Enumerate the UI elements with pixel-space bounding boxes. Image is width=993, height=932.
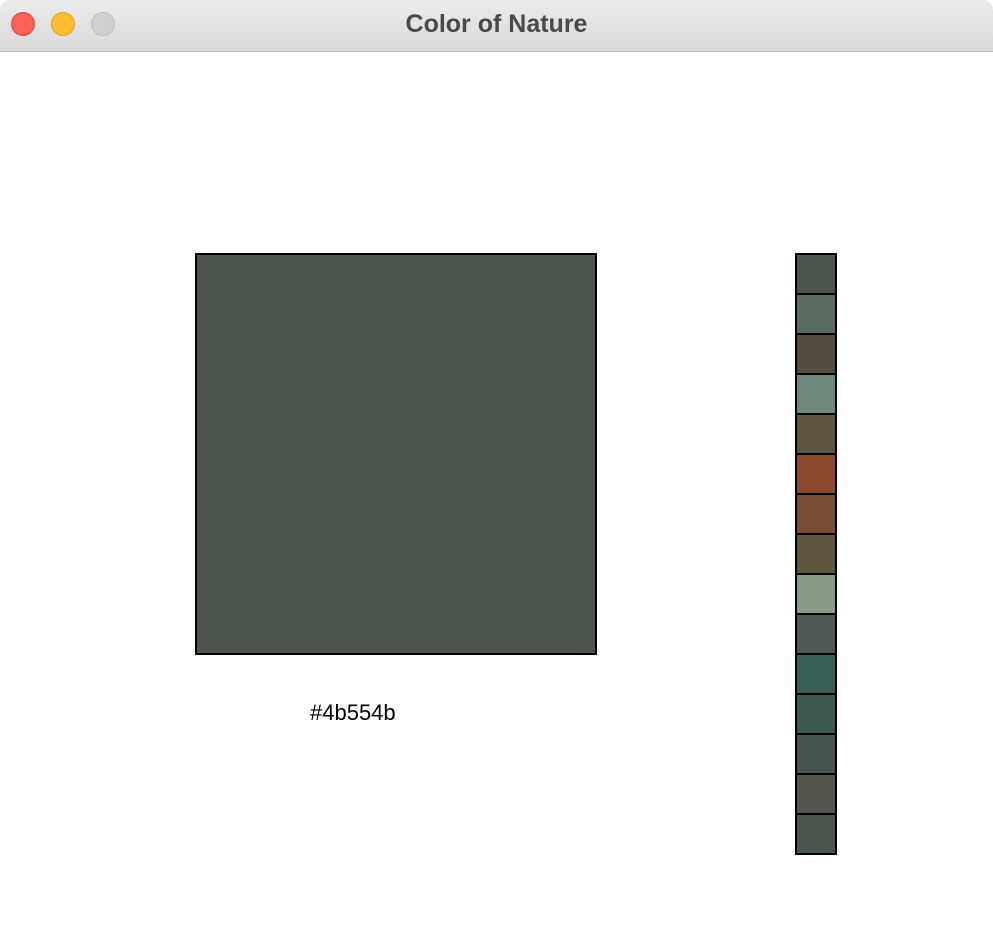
palette-swatch[interactable] [797, 295, 835, 335]
palette-swatch[interactable] [797, 255, 835, 295]
palette-swatch[interactable] [797, 735, 835, 775]
selected-color-swatch [195, 253, 597, 655]
title-bar[interactable]: Color of Nature [0, 0, 993, 52]
palette-swatch[interactable] [797, 655, 835, 695]
palette-swatch[interactable] [797, 335, 835, 375]
window-title: Color of Nature [405, 10, 588, 38]
palette-swatch[interactable] [797, 615, 835, 655]
palette-swatch[interactable] [797, 575, 835, 615]
palette-swatch[interactable] [797, 775, 835, 815]
palette-swatch[interactable] [797, 695, 835, 735]
palette-swatch[interactable] [797, 415, 835, 455]
palette-swatch[interactable] [797, 375, 835, 415]
app-window: Color of Nature #4b554b [0, 0, 993, 932]
content-area: #4b554b [0, 52, 993, 932]
palette-swatch[interactable] [797, 455, 835, 495]
color-palette [795, 253, 837, 855]
selected-color-hex: #4b554b [310, 700, 396, 725]
palette-swatch[interactable] [797, 495, 835, 535]
palette-swatch[interactable] [797, 535, 835, 575]
palette-swatch[interactable] [797, 815, 835, 855]
